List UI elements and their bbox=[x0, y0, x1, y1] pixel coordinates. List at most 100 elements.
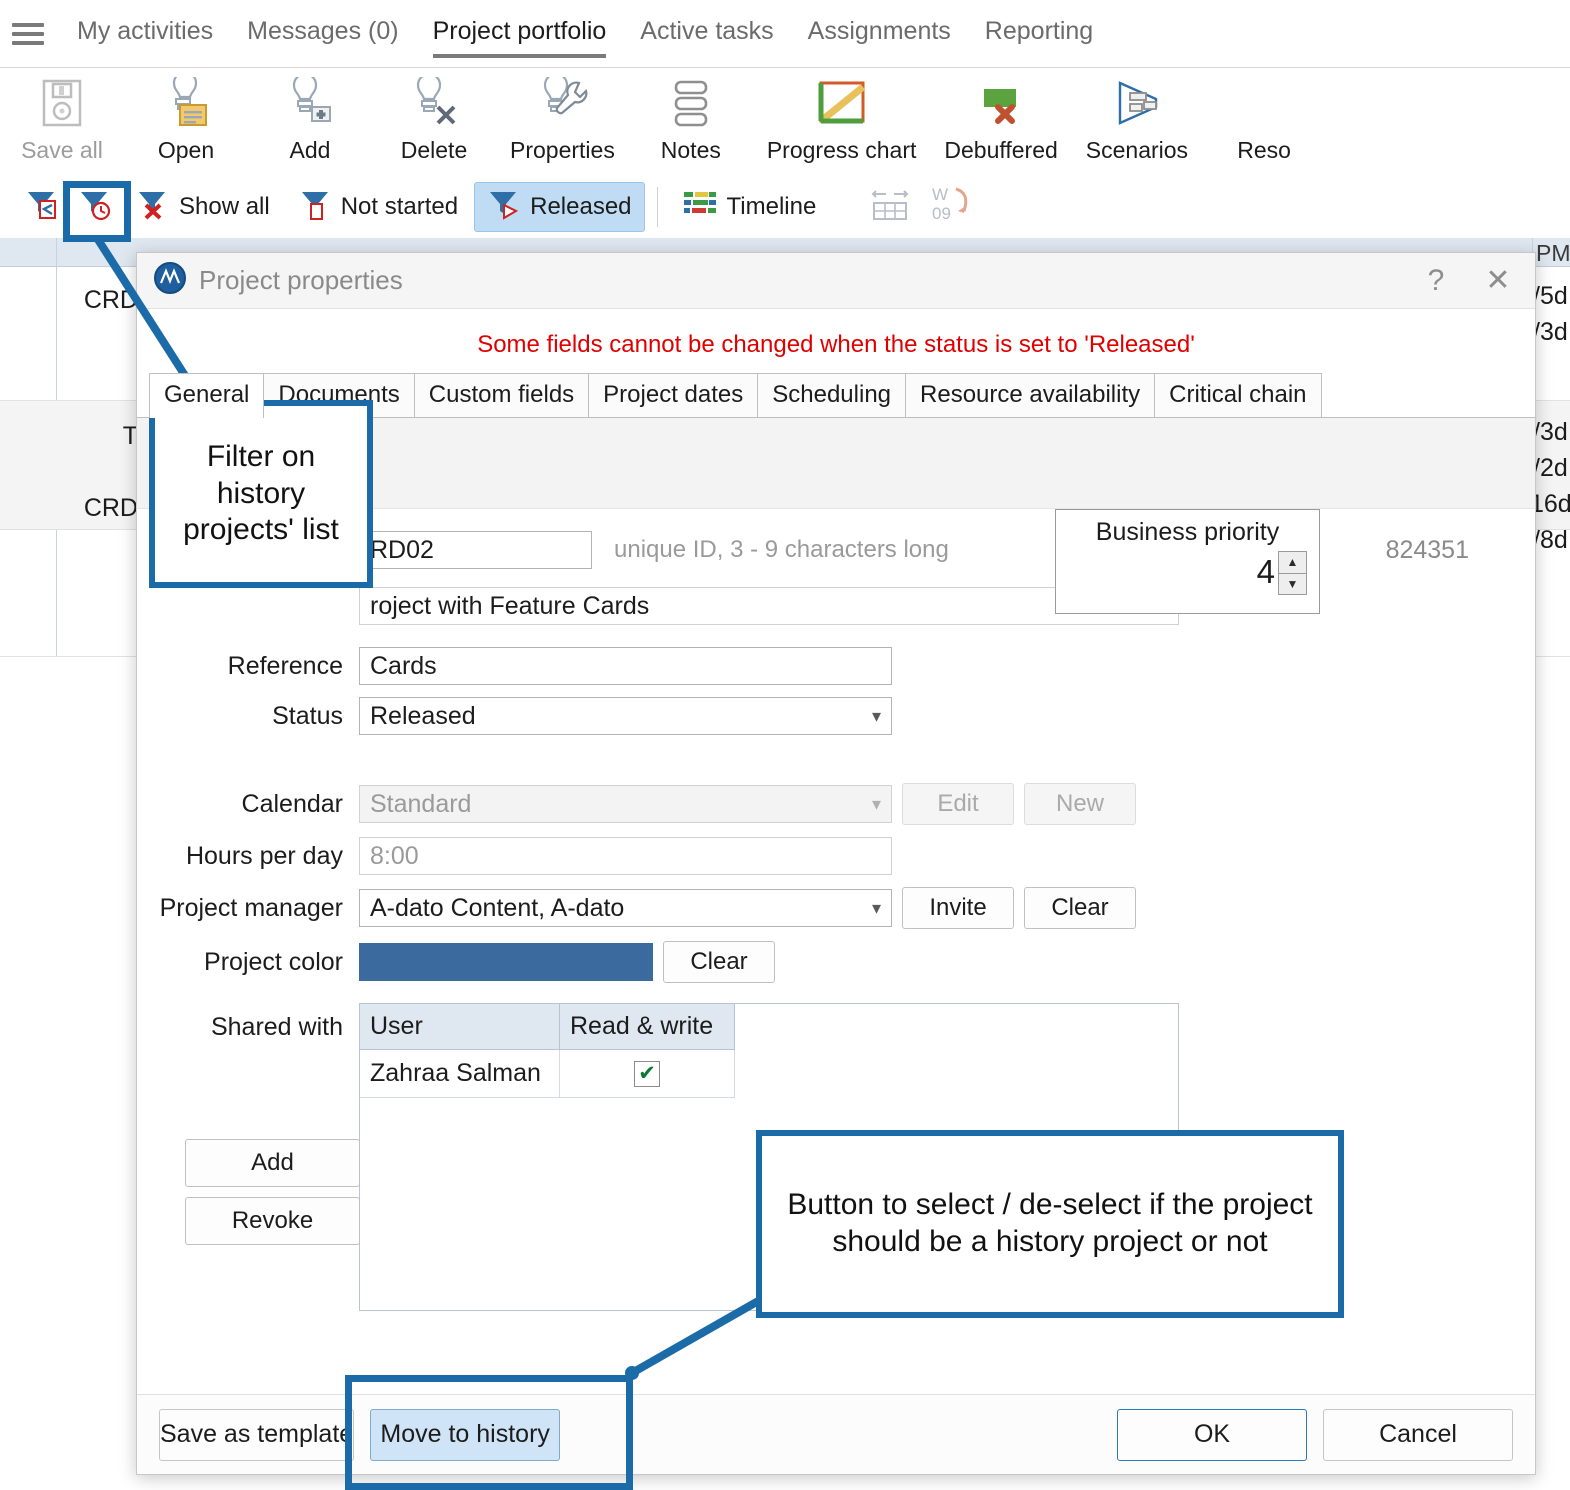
cell-filler bbox=[735, 1050, 1178, 1098]
stepper-down-icon[interactable]: ▼ bbox=[1278, 574, 1307, 596]
cell-read-write[interactable]: ✔ bbox=[560, 1050, 735, 1098]
stepper-up-icon[interactable]: ▲ bbox=[1278, 551, 1307, 574]
filter-clear-icon bbox=[136, 187, 170, 228]
ribbon-button-debuffered[interactable]: Debuffered bbox=[930, 69, 1071, 164]
filter-not-started-button[interactable]: Not started bbox=[286, 183, 470, 231]
nav-tab-my-activities[interactable]: My activities bbox=[60, 0, 230, 68]
nav-tab-messages[interactable]: Messages (0) bbox=[230, 0, 415, 68]
hamburger-menu-icon[interactable] bbox=[12, 22, 44, 46]
filter-history-icon bbox=[78, 187, 112, 228]
ribbon-button-open[interactable]: Open bbox=[124, 69, 248, 164]
calendar-value: Standard bbox=[370, 790, 471, 819]
ribbon-button-progress-chart[interactable]: Progress chart bbox=[753, 69, 931, 164]
shared-add-button[interactable]: Add bbox=[185, 1139, 360, 1187]
progress-chart-icon bbox=[815, 75, 869, 131]
tab-resource-availability[interactable]: Resource availability bbox=[905, 373, 1155, 417]
app-logo-icon bbox=[153, 261, 187, 300]
nav-tab-assignments[interactable]: Assignments bbox=[791, 0, 968, 68]
tab-general[interactable]: General bbox=[149, 373, 264, 418]
project-id-input[interactable]: RD02 bbox=[359, 531, 592, 569]
filter-button-label: Released bbox=[530, 193, 631, 221]
save-as-template-button[interactable]: Save as template bbox=[159, 1409, 354, 1461]
color-clear-button[interactable]: Clear bbox=[663, 941, 775, 983]
cancel-button[interactable]: Cancel bbox=[1323, 1409, 1513, 1461]
move-to-history-button[interactable]: Move to history bbox=[370, 1409, 560, 1461]
filter-history-button[interactable] bbox=[70, 183, 120, 231]
ribbon-button-delete[interactable]: Delete bbox=[372, 69, 496, 164]
svg-text:W: W bbox=[932, 185, 948, 204]
grid-cell-id: T bbox=[0, 422, 138, 451]
properties-bulb-wrench-icon bbox=[535, 75, 589, 131]
invite-button[interactable]: Invite bbox=[902, 887, 1014, 929]
filter-released-icon bbox=[487, 187, 521, 228]
manager-clear-button[interactable]: Clear bbox=[1024, 887, 1136, 929]
ribbon-button-add[interactable]: Add bbox=[248, 69, 372, 164]
checkbox-checked-icon[interactable]: ✔ bbox=[634, 1061, 660, 1087]
ribbon-label: Debuffered bbox=[944, 137, 1057, 164]
dialog-help-button[interactable]: ? bbox=[1405, 254, 1467, 307]
general-form: RD02 unique ID, 3 - 9 characters long 82… bbox=[137, 509, 1535, 1311]
ribbon-toolbar: Save all Open bbox=[0, 69, 1570, 176]
ribbon-label: Scenarios bbox=[1086, 137, 1188, 164]
grid-cell-id: CRD bbox=[0, 494, 138, 523]
reference-input[interactable]: Cards bbox=[359, 647, 892, 685]
dialog-tab-strip: General Documents Custom fields Project … bbox=[137, 375, 1535, 418]
tab-critical-chain[interactable]: Critical chain bbox=[1154, 373, 1321, 417]
project-color-swatch[interactable] bbox=[359, 943, 653, 981]
tab-scheduling[interactable]: Scheduling bbox=[757, 373, 906, 417]
ribbon-label: Save all bbox=[21, 137, 103, 164]
ribbon-label: Delete bbox=[401, 137, 467, 164]
table-row[interactable]: Zahraa Salman ✔ bbox=[360, 1050, 1178, 1098]
dialog-close-button[interactable]: ✕ bbox=[1467, 254, 1529, 307]
ok-button[interactable]: OK bbox=[1117, 1409, 1307, 1461]
save-icon bbox=[39, 75, 85, 131]
ribbon-button-save-all[interactable]: Save all bbox=[0, 69, 124, 164]
shared-revoke-button[interactable]: Revoke bbox=[185, 1197, 360, 1245]
grid-cell-duration: /3d bbox=[1533, 418, 1568, 447]
nav-tab-project-portfolio[interactable]: Project portfolio bbox=[416, 0, 624, 68]
section-subheading: ings for this project bbox=[165, 468, 1535, 494]
project-manager-select[interactable]: A-dato Content, A-dato ▾ bbox=[359, 889, 892, 927]
tab-documents[interactable]: Documents bbox=[263, 373, 414, 417]
column-header-read-write: Read & write bbox=[560, 1004, 735, 1050]
filter-undo-button[interactable] bbox=[16, 183, 66, 231]
fit-columns-button[interactable] bbox=[862, 183, 918, 231]
reference-label: Reference bbox=[137, 652, 359, 681]
status-warning-message: Some fields cannot be changed when the s… bbox=[137, 309, 1535, 375]
tab-project-dates[interactable]: Project dates bbox=[588, 373, 758, 417]
ribbon-button-resources[interactable]: Reso bbox=[1202, 69, 1326, 164]
business-priority-stepper[interactable]: ▲ ▼ bbox=[1278, 551, 1307, 595]
nav-tab-active-tasks[interactable]: Active tasks bbox=[623, 0, 790, 68]
debuffered-icon bbox=[974, 75, 1028, 131]
business-priority-label: Business priority bbox=[1056, 510, 1319, 547]
calendar-new-button[interactable]: New bbox=[1024, 783, 1136, 825]
business-priority-value-row: 4 ▲ ▼ bbox=[1056, 553, 1319, 591]
ribbon-button-notes[interactable]: Notes bbox=[629, 69, 753, 164]
timeline-button[interactable]: Timeline bbox=[670, 183, 829, 231]
table-header-row: User Read & write bbox=[360, 1004, 1178, 1050]
hours-per-day-label: Hours per day bbox=[137, 842, 359, 871]
internal-number: 824351 bbox=[1386, 536, 1469, 565]
project-properties-dialog: Project properties ? ✕ Some fields canno… bbox=[136, 252, 1536, 1475]
filter-released-button[interactable]: Released bbox=[474, 182, 644, 232]
project-manager-label: Project manager bbox=[137, 894, 359, 923]
cell-user-name: Zahraa Salman bbox=[360, 1050, 560, 1098]
ribbon-button-properties[interactable]: Properties bbox=[496, 69, 629, 164]
week-selector-button[interactable]: W 09 bbox=[922, 183, 984, 231]
chevron-down-icon: ▾ bbox=[872, 707, 881, 725]
filter-toolbar: Show all Not started Released bbox=[0, 176, 1570, 238]
hours-per-day-input[interactable]: 8:00 bbox=[359, 837, 892, 875]
calendar-label: Calendar bbox=[137, 790, 359, 819]
timeline-icon bbox=[682, 189, 718, 226]
ribbon-button-scenarios[interactable]: Scenarios bbox=[1072, 69, 1202, 164]
filter-button-label: Timeline bbox=[727, 193, 817, 221]
open-folder-icon bbox=[160, 75, 212, 131]
status-select[interactable]: Released ▾ bbox=[359, 697, 892, 735]
filter-show-all-button[interactable]: Show all bbox=[124, 183, 282, 231]
nav-tab-reporting[interactable]: Reporting bbox=[968, 0, 1110, 68]
tab-custom-fields[interactable]: Custom fields bbox=[414, 373, 589, 417]
ribbon-label: Reso bbox=[1237, 137, 1291, 164]
calendar-select[interactable]: Standard ▾ bbox=[359, 785, 892, 823]
calendar-edit-button[interactable]: Edit bbox=[902, 783, 1014, 825]
ribbon-label: Progress chart bbox=[767, 137, 917, 164]
